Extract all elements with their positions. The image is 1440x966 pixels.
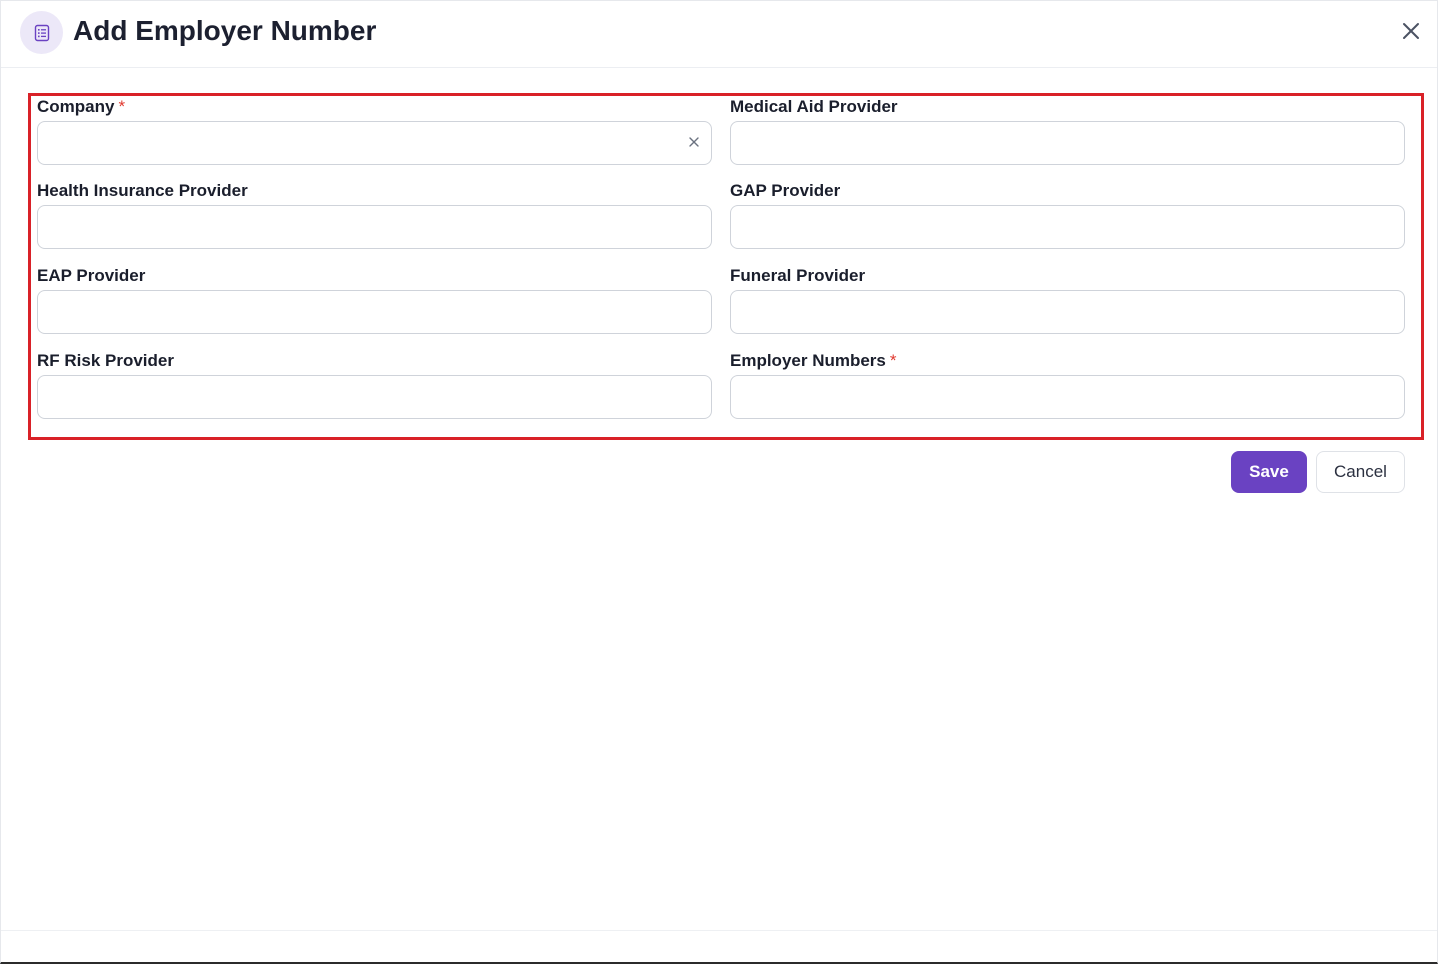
eap-provider-input[interactable] xyxy=(37,290,712,334)
medical-aid-provider-label: Medical Aid Provider xyxy=(730,97,898,116)
medical-aid-provider-input[interactable] xyxy=(730,121,1405,165)
eap-provider-label: EAP Provider xyxy=(37,266,146,285)
gap-provider-field: GAP Provider xyxy=(730,181,1405,249)
required-marker: * xyxy=(889,351,897,370)
funeral-provider-input[interactable] xyxy=(730,290,1405,334)
save-button[interactable]: Save xyxy=(1231,451,1307,493)
clear-icon[interactable] xyxy=(687,135,701,149)
eap-provider-field: EAP Provider xyxy=(37,266,712,334)
close-icon[interactable] xyxy=(1399,19,1423,43)
rf-risk-provider-input[interactable] xyxy=(37,375,712,419)
required-marker: * xyxy=(118,97,126,116)
gap-provider-input[interactable] xyxy=(730,205,1405,249)
rf-risk-provider-field: RF Risk Provider xyxy=(37,351,712,419)
medical-aid-provider-field: Medical Aid Provider xyxy=(730,97,1405,165)
health-insurance-provider-input[interactable] xyxy=(37,205,712,249)
employer-numbers-label: Employer Numbers * xyxy=(730,351,897,370)
health-insurance-provider-field: Health Insurance Provider xyxy=(37,181,712,249)
health-insurance-provider-label: Health Insurance Provider xyxy=(37,181,248,200)
company-label: Company * xyxy=(37,97,126,116)
company-select[interactable] xyxy=(37,121,712,165)
funeral-provider-label: Funeral Provider xyxy=(730,266,866,285)
rf-risk-provider-label: RF Risk Provider xyxy=(37,351,174,370)
employer-numbers-input[interactable] xyxy=(730,375,1405,419)
company-field: Company * xyxy=(37,97,712,165)
employer-numbers-field: Employer Numbers * xyxy=(730,351,1405,419)
gap-provider-label: GAP Provider xyxy=(730,181,841,200)
cancel-button[interactable]: Cancel xyxy=(1316,451,1405,493)
document-list-icon xyxy=(20,11,63,54)
funeral-provider-field: Funeral Provider xyxy=(730,266,1405,334)
add-employer-number-dialog: Add Employer Number Company * Medical Aid… xyxy=(0,0,1438,964)
dialog-title: Add Employer Number xyxy=(73,15,377,46)
dialog-header: Add Employer Number xyxy=(1,1,1437,68)
dialog-footer-divider xyxy=(1,930,1437,931)
